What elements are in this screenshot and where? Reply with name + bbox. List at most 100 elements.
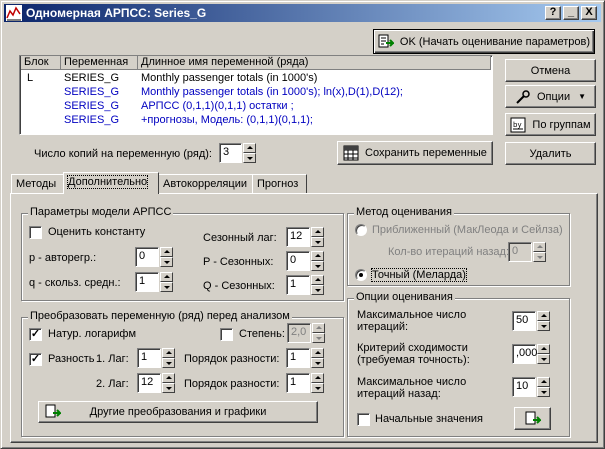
spin-down-icon[interactable]	[311, 237, 324, 247]
tab-additional[interactable]: Дополнительно	[63, 172, 159, 194]
spin-up-icon[interactable]	[533, 242, 546, 252]
spin-up-icon[interactable]	[162, 373, 175, 383]
delete-button[interactable]: Удалить	[505, 142, 596, 165]
column-header-block[interactable]: Блок	[21, 56, 61, 70]
iterations-back-field[interactable]: 0	[508, 242, 532, 262]
q-label: q - скольз. средн.:	[29, 277, 121, 289]
variables-list[interactable]: Блок Переменная Длинное имя переменной (…	[19, 55, 493, 135]
spin-down-icon[interactable]	[537, 321, 550, 331]
copies-field[interactable]: 3	[219, 143, 242, 163]
spin-down-icon[interactable]	[537, 354, 550, 364]
list-item[interactable]: L SERIES_G Monthly passenger totals (in …	[21, 71, 492, 85]
Q-seasonal-field[interactable]: 1	[286, 275, 310, 295]
convergence-stepper[interactable]: ,0001	[512, 344, 550, 364]
spin-up-icon[interactable]	[312, 323, 325, 333]
spin-down-icon[interactable]	[312, 333, 325, 343]
order2-field[interactable]: 1	[286, 373, 310, 393]
spin-down-icon[interactable]	[162, 383, 175, 393]
copies-stepper[interactable]: 3	[219, 143, 256, 163]
row-long-name: Monthly passenger totals (in 1000's)	[141, 72, 318, 84]
spin-up-icon[interactable]	[311, 348, 324, 358]
order1-stepper[interactable]: 1	[286, 348, 324, 368]
spin-up-icon[interactable]	[537, 377, 550, 387]
max-iter-stepper[interactable]: 50	[512, 311, 550, 331]
close-button[interactable]: X	[581, 6, 597, 20]
row-variable: SERIES_G	[64, 100, 120, 112]
spin-up-icon[interactable]	[311, 275, 324, 285]
spin-down-icon[interactable]	[160, 257, 173, 267]
spin-up-icon[interactable]	[160, 272, 173, 282]
estimate-constant-checkbox[interactable]	[29, 226, 42, 239]
power-stepper[interactable]: 2,0	[287, 323, 325, 343]
exact-radio[interactable]	[355, 269, 367, 281]
max-iter-field[interactable]: 50	[512, 311, 536, 331]
run-arrow-icon	[45, 404, 61, 418]
column-header-long-name[interactable]: Длинное имя переменной (ряда)	[138, 56, 491, 70]
spin-up-icon[interactable]	[311, 373, 324, 383]
max-iter-back-stepper[interactable]: 10	[512, 377, 550, 397]
p-field[interactable]: 0	[135, 247, 159, 267]
help-button[interactable]: ?	[545, 6, 561, 20]
column-header-variable[interactable]: Переменная	[61, 56, 138, 70]
title-bar[interactable]: Одномерная АРПСС: Series_G ? _ X	[4, 4, 601, 22]
seasonal-lag-label: Сезонный лаг:	[203, 232, 277, 244]
q-field[interactable]: 1	[135, 272, 159, 292]
tab-methods[interactable]: Методы	[11, 174, 64, 194]
save-variables-button[interactable]: Сохранить переменные	[337, 141, 493, 165]
initial-values-button[interactable]	[514, 407, 551, 430]
list-item[interactable]: SERIES_G Monthly passenger totals (in 10…	[21, 85, 492, 99]
spin-up-icon[interactable]	[243, 143, 256, 153]
ok-button[interactable]: OK (Начать оценивание параметров)	[373, 29, 595, 54]
P-seasonal-field[interactable]: 0	[286, 251, 310, 271]
spin-up-icon[interactable]	[537, 311, 550, 321]
spin-down-icon[interactable]	[162, 358, 175, 368]
spin-up-icon[interactable]	[537, 344, 550, 354]
spin-down-icon[interactable]	[311, 383, 324, 393]
run-arrow-icon	[378, 34, 394, 47]
iterations-back-stepper[interactable]: 0	[508, 242, 546, 262]
cancel-button[interactable]: Отмена	[505, 59, 596, 82]
spin-down-icon[interactable]	[243, 153, 256, 163]
P-seasonal-stepper[interactable]: 0	[286, 251, 324, 271]
order1-label: Порядок разности:	[184, 353, 280, 365]
spin-down-icon[interactable]	[311, 285, 324, 295]
list-item[interactable]: SERIES_G АРПСС (0,1,1)(0,1,1) остатки ;	[21, 99, 492, 113]
order2-stepper[interactable]: 1	[286, 373, 324, 393]
list-item[interactable]: SERIES_G +прогнозы, Модель: (0,1,1)(0,1,…	[21, 113, 492, 127]
lag1-stepper[interactable]: 1	[137, 348, 175, 368]
spin-up-icon[interactable]	[311, 227, 324, 237]
tab-autocorrelations[interactable]: Автокорреляции	[158, 174, 253, 194]
seasonal-lag-stepper[interactable]: 12	[286, 227, 324, 247]
spin-up-icon[interactable]	[311, 251, 324, 261]
order1-field[interactable]: 1	[286, 348, 310, 368]
by-groups-button[interactable]: by По группам	[505, 113, 596, 136]
other-transforms-button[interactable]: Другие преобразования и графики	[38, 401, 318, 423]
minimize-button[interactable]: _	[563, 6, 579, 20]
spin-down-icon[interactable]	[311, 358, 324, 368]
power-checkbox[interactable]	[220, 328, 233, 341]
lag1-field[interactable]: 1	[137, 348, 161, 368]
options-button[interactable]: Опции ▼	[505, 85, 596, 108]
lag2-stepper[interactable]: 12	[137, 373, 175, 393]
spin-up-icon[interactable]	[160, 247, 173, 257]
lag2-field[interactable]: 12	[137, 373, 161, 393]
seasonal-lag-field[interactable]: 12	[286, 227, 310, 247]
convergence-field[interactable]: ,0001	[512, 344, 544, 364]
spin-down-icon[interactable]	[533, 252, 546, 262]
max-iter-back-field[interactable]: 10	[512, 377, 536, 397]
spin-down-icon[interactable]	[537, 387, 550, 397]
spin-up-icon[interactable]	[162, 348, 175, 358]
difference-checkbox[interactable]: ✓	[29, 353, 42, 366]
initial-values-checkbox[interactable]	[357, 413, 370, 426]
Q-seasonal-stepper[interactable]: 1	[286, 275, 324, 295]
approx-radio[interactable]	[355, 224, 367, 236]
natural-log-checkbox[interactable]: ✓	[29, 328, 42, 341]
q-stepper[interactable]: 1	[135, 272, 173, 292]
spin-down-icon[interactable]	[311, 261, 324, 271]
p-stepper[interactable]: 0	[135, 247, 173, 267]
power-field[interactable]: 2,0	[287, 323, 311, 343]
spin-down-icon[interactable]	[160, 282, 173, 292]
tab-forecast[interactable]: Прогноз	[252, 174, 307, 194]
svg-text:by: by	[513, 121, 522, 129]
spreadsheet-icon	[343, 145, 359, 161]
